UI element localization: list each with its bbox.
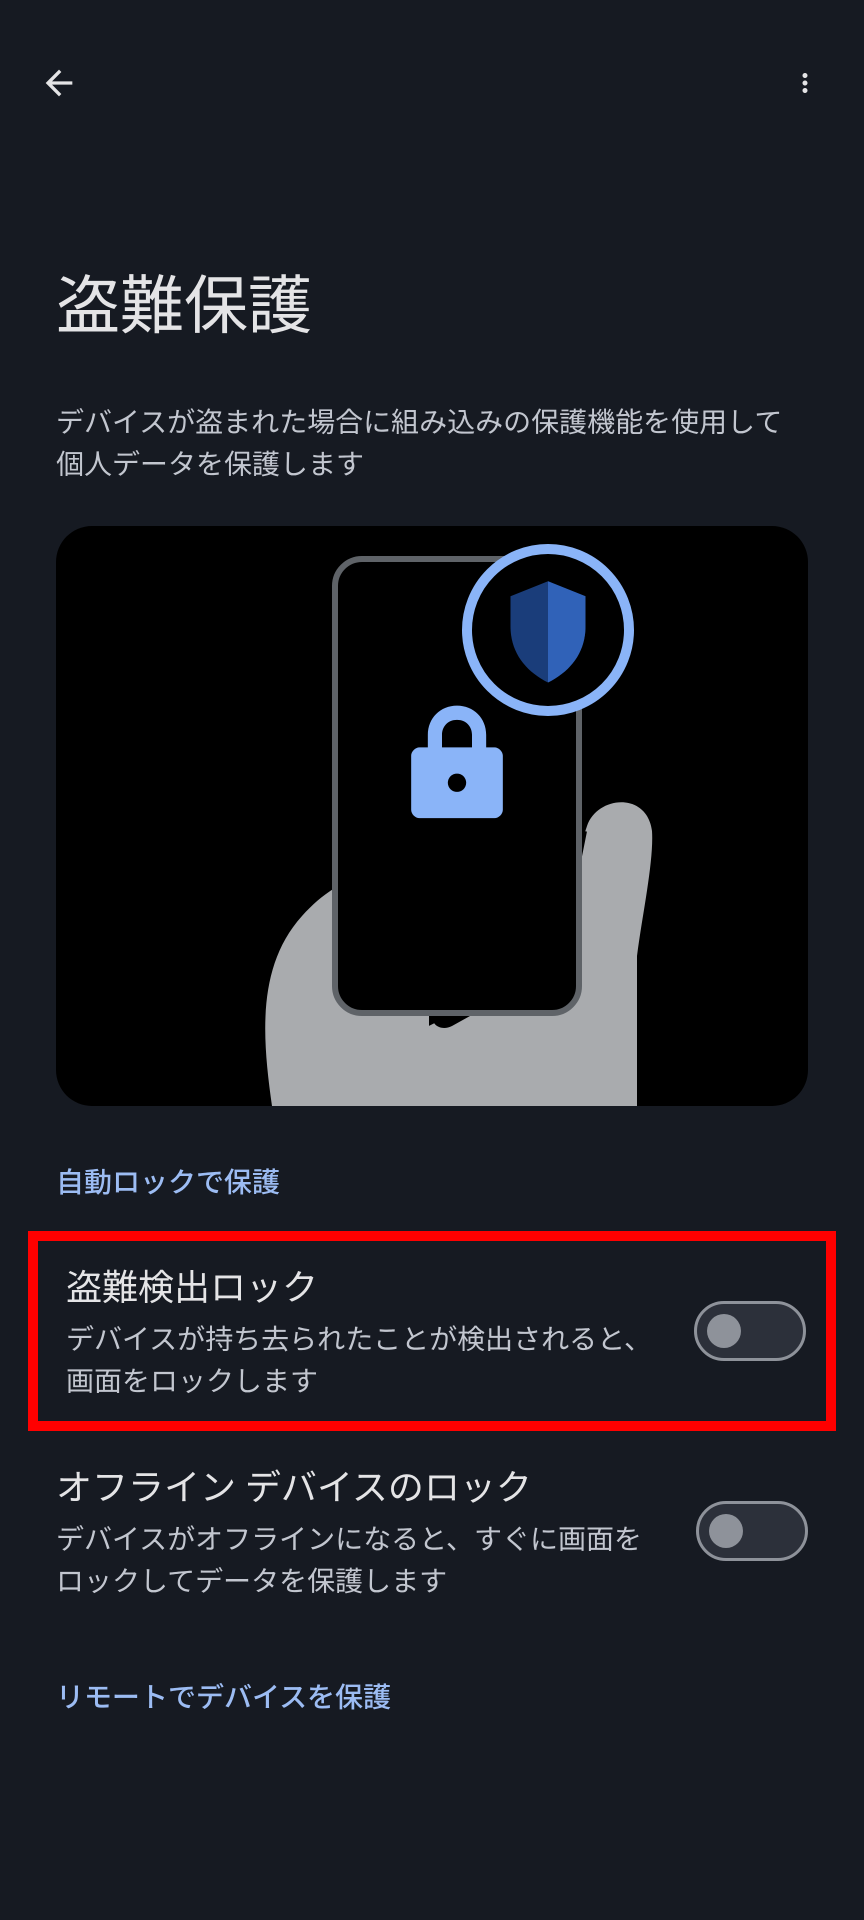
section-remote-protect-heading[interactable]: リモートでデバイスを保護 (56, 1676, 808, 1716)
overflow-menu-button[interactable] (781, 59, 829, 107)
hero-illustration (56, 526, 808, 1106)
setting-title: 盗難検出ロック (66, 1259, 666, 1311)
section-auto-lock-heading[interactable]: 自動ロックで保護 (56, 1161, 808, 1201)
toggle-theft-detection-lock[interactable] (694, 1301, 806, 1361)
back-button[interactable] (35, 59, 83, 107)
setting-description: デバイスがオフラインになると、すぐに画面をロックしてデータを保護します (56, 1519, 668, 1603)
shield-icon (503, 575, 593, 685)
setting-theft-detection-lock[interactable]: 盗難検出ロック デバイスが持ち去られたことが検出されると、画面をロックします (28, 1231, 836, 1431)
shield-badge (462, 544, 634, 716)
page-subtitle: デバイスが盗まれた場合に組み込みの保護機能を使用して個人データを保護します (56, 402, 808, 486)
setting-description: デバイスが持ち去られたことが検出されると、画面をロックします (66, 1319, 666, 1403)
setting-title: オフライン デバイスのロック (56, 1459, 668, 1511)
more-vert-icon (790, 68, 820, 98)
setting-offline-device-lock[interactable]: オフライン デバイスのロック デバイスがオフラインになると、すぐに画面をロックし… (56, 1431, 808, 1631)
setting-text: 盗難検出ロック デバイスが持ち去られたことが検出されると、画面をロックします (66, 1259, 666, 1403)
setting-text: オフライン デバイスのロック デバイスがオフラインになると、すぐに画面をロックし… (56, 1459, 668, 1603)
page-title: 盗難保護 (56, 255, 808, 347)
lock-icon (407, 704, 507, 824)
top-app-bar (0, 0, 864, 130)
main-content: 盗難保護 デバイスが盗まれた場合に組み込みの保護機能を使用して個人データを保護し… (0, 255, 864, 1716)
arrow-back-icon (39, 63, 79, 103)
toggle-offline-device-lock[interactable] (696, 1501, 808, 1561)
